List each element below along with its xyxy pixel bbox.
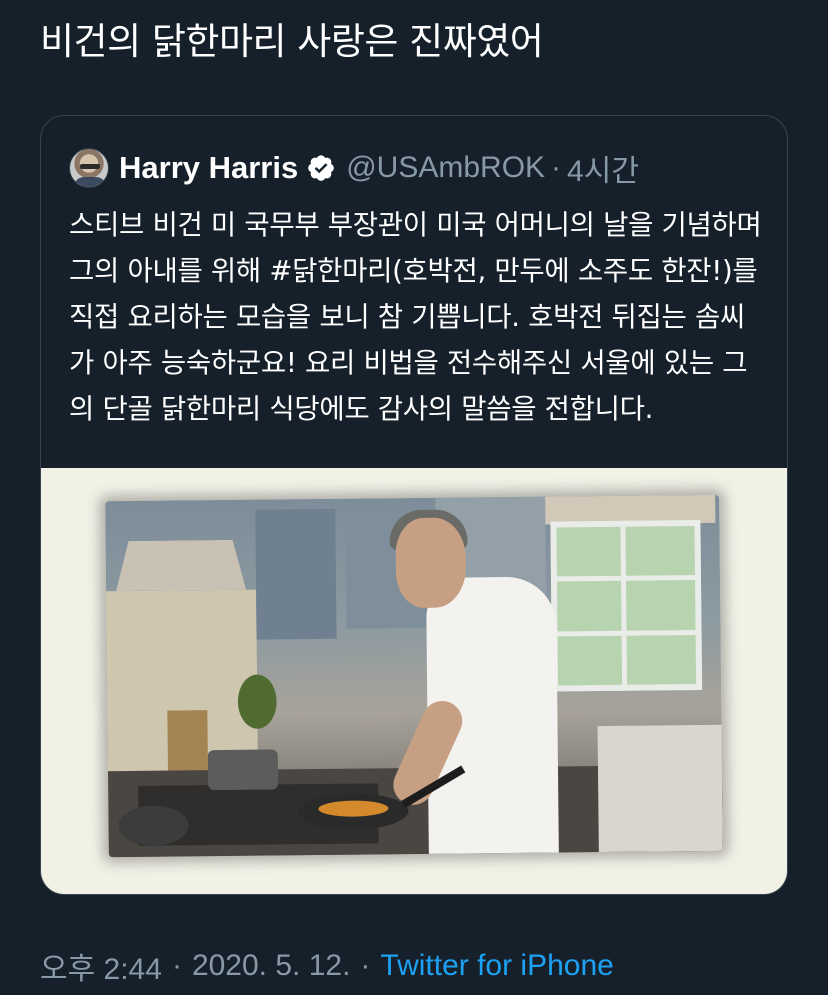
tweet-text: 비건의 닭한마리 사랑은 진짜였어 [40, 20, 544, 63]
avatar-glasses [80, 164, 100, 169]
kitchen-island [597, 724, 723, 857]
separator-dot: · [360, 949, 371, 982]
media-photo[interactable] [105, 494, 723, 858]
handle[interactable]: @USAmbROK [346, 151, 545, 185]
avatar-suit [74, 177, 106, 187]
quoted-tweet-card[interactable]: Harry Harris @USAmbROK · 4시간 스티브 비건 미 국무… [40, 115, 788, 895]
cabinet [255, 508, 337, 640]
tweet-media[interactable] [41, 468, 787, 894]
separator-dot: · [171, 949, 182, 982]
range-hood [116, 540, 247, 591]
pot [207, 749, 279, 791]
quoted-tweet-body: 스티브 비건 미 국무부 부장관이 미국 어머니의 날을 기념하며 그의 아내를… [69, 209, 762, 425]
display-name[interactable]: Harry Harris [119, 150, 298, 186]
tweet-detail-view: 비건의 닭한마리 사랑은 진짜였어 Harry Harris @USAmbROK… [0, 0, 828, 995]
verified-badge-icon [306, 153, 336, 183]
tweet-source-link[interactable]: Twitter for iPhone [380, 949, 613, 983]
tweet-date[interactable]: 2020. 5. 12. [192, 949, 350, 983]
plant [226, 659, 288, 730]
tweet-meta: 오후 2:44 · 2020. 5. 12. · Twitter for iPh… [40, 944, 614, 988]
timestamp[interactable]: 4시간 [567, 146, 639, 190]
quoted-tweet-header: Harry Harris @USAmbROK · 4시간 [69, 146, 639, 190]
person-head [395, 517, 467, 609]
separator-dot: · [551, 151, 562, 184]
tweet-time[interactable]: 오후 2:44 [40, 944, 162, 988]
avatar[interactable] [69, 148, 109, 188]
